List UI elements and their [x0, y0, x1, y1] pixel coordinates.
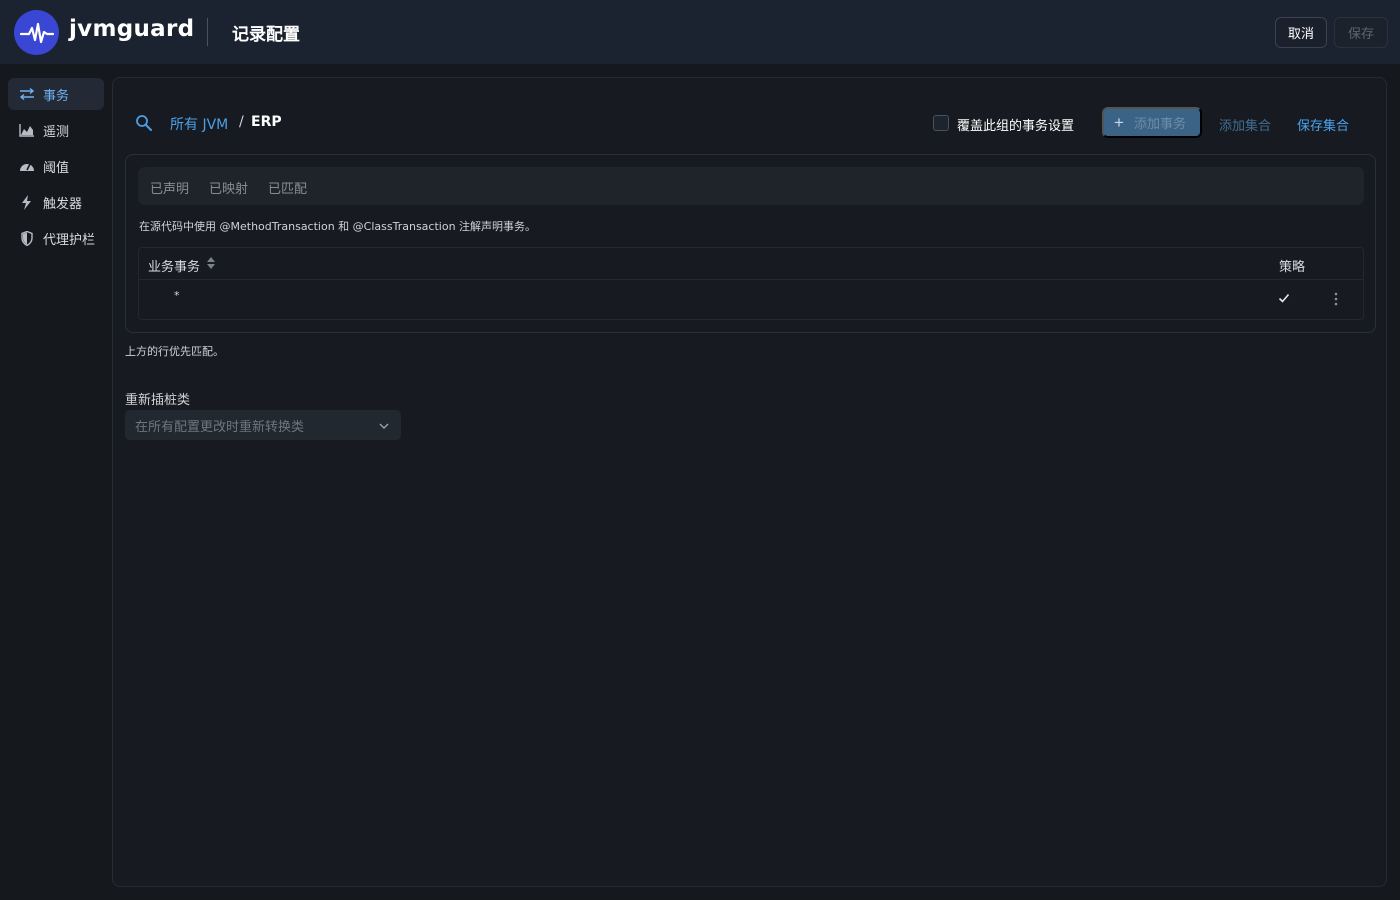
override-checkbox[interactable] — [933, 115, 949, 131]
table-divider — [139, 279, 1363, 280]
card-description: 在源代码中使用 @MethodTransaction 和 @ClassTrans… — [139, 220, 537, 233]
sidebar-item-agent-guardrails[interactable]: 代理护栏 — [8, 222, 104, 254]
sidebar-item-label: 遥测 — [43, 124, 70, 140]
tab-bar: 已声明 已映射 已匹配 — [138, 167, 1364, 205]
add-collection-button[interactable]: 添加集合 — [1219, 115, 1271, 134]
priority-footnote: 上方的行优先匹配。 — [125, 345, 224, 358]
plus-icon: + — [1114, 113, 1124, 132]
sort-icon[interactable] — [206, 256, 216, 270]
transactions-icon — [18, 86, 36, 102]
sidebar-item-transactions[interactable]: 事务 — [8, 78, 104, 110]
breadcrumb-current: ERP — [251, 114, 282, 130]
save-button[interactable]: 保存 — [1334, 17, 1388, 48]
save-collection-button[interactable]: 保存集合 — [1297, 115, 1349, 134]
cancel-button[interactable]: 取消 — [1275, 17, 1327, 48]
app-header: jvmguard 记录配置 取消 保存 — [0, 0, 1400, 64]
sidebar-item-label: 触发器 — [43, 196, 83, 212]
check-icon — [1278, 292, 1290, 304]
sidebar-item-label: 阈值 — [43, 160, 70, 176]
main-panel: 所有 JVM / ERP 覆盖此组的事务设置 + 添加事务 添加集合 保存集合 … — [112, 77, 1387, 887]
lightning-icon — [18, 194, 36, 210]
sidebar-item-triggers[interactable]: 触发器 — [8, 186, 104, 218]
reinstrument-label: 重新插桩类 — [125, 393, 191, 408]
more-options-icon[interactable] — [1334, 292, 1338, 306]
brand-name: jvmguard — [69, 16, 195, 42]
shield-icon — [18, 230, 36, 246]
transaction-name-cell: * — [174, 289, 180, 302]
sidebar-item-label: 代理护栏 — [43, 232, 96, 248]
header-divider — [207, 18, 208, 46]
sidebar-item-label: 事务 — [43, 88, 70, 104]
reinstrument-select-value: 在所有配置更改时重新转换类 — [135, 419, 305, 435]
chevron-down-icon — [379, 420, 389, 430]
tab-declared[interactable]: 已声明 — [150, 178, 189, 197]
sidebar-item-telemetry[interactable]: 遥测 — [8, 114, 104, 146]
search-icon[interactable] — [135, 114, 153, 132]
reinstrument-select[interactable]: 在所有配置更改时重新转换类 — [125, 410, 401, 440]
add-transaction-label: 添加事务 — [1133, 116, 1186, 131]
sidebar-item-thresholds[interactable]: 阈值 — [8, 150, 104, 182]
sidebar: 事务 遥测 阈值 触发器 代理护栏 — [0, 64, 112, 900]
telemetry-chart-icon — [18, 122, 36, 138]
column-header-business-transaction[interactable]: 业务事务 — [148, 256, 200, 275]
breadcrumb-separator: / — [239, 114, 244, 130]
jvmguard-logo-icon[interactable] — [14, 10, 59, 55]
transactions-table: 业务事务 策略 * — [138, 247, 1364, 320]
tab-matched[interactable]: 已匹配 — [268, 178, 307, 197]
page-title: 记录配置 — [232, 25, 300, 45]
override-checkbox-label[interactable]: 覆盖此组的事务设置 — [957, 115, 1074, 134]
breadcrumb-all-jvms-link[interactable]: 所有 JVM — [170, 114, 228, 134]
transactions-card: 已声明 已映射 已匹配 在源代码中使用 @MethodTransaction 和… — [125, 154, 1376, 333]
gauge-icon — [18, 158, 36, 174]
tab-mapped[interactable]: 已映射 — [209, 178, 248, 197]
add-transaction-button[interactable]: + 添加事务 — [1102, 107, 1202, 138]
column-header-strategy: 策略 — [1279, 260, 1306, 275]
